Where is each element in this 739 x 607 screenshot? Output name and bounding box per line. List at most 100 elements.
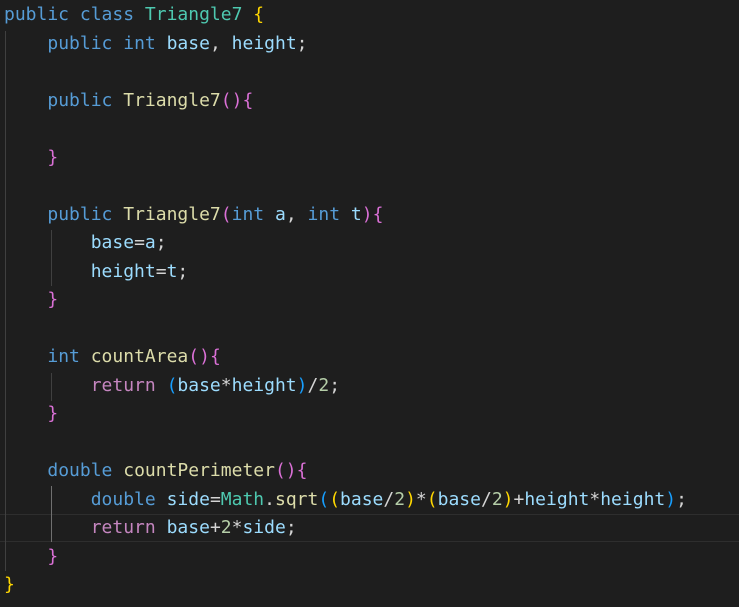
code-line[interactable]: public Triangle7(){: [4, 87, 253, 116]
code-token: return: [90, 517, 156, 538]
code-token: =: [134, 232, 145, 253]
code-token: base: [437, 488, 481, 510]
code-token: (: [166, 374, 178, 396]
code-token: ;: [177, 260, 189, 282]
code-line[interactable]: }: [4, 571, 15, 600]
code-token: Triangle7: [144, 4, 243, 25]
code-token: height: [231, 32, 297, 54]
code-token: (: [318, 488, 330, 510]
code-token: int: [307, 203, 341, 225]
code-token: }: [47, 146, 59, 168]
code-token: double: [90, 488, 156, 510]
code-token: base: [166, 32, 210, 54]
code-token: (: [426, 488, 438, 510]
code-token: side: [242, 517, 286, 538]
code-line[interactable]: }: [4, 286, 58, 315]
code-token: ,: [285, 203, 308, 225]
code-token: +: [209, 517, 221, 538]
code-token: ;: [676, 488, 687, 510]
code-token: }: [47, 289, 59, 310]
code-line[interactable]: double countPerimeter(){: [4, 457, 307, 486]
code-token: ): [199, 346, 210, 367]
code-token: ): [231, 89, 243, 111]
code-token: }: [4, 574, 15, 595]
code-token: ,: [209, 32, 232, 54]
code-token: ): [502, 488, 514, 510]
code-line[interactable]: public Triangle7(int a, int t){: [4, 201, 383, 230]
code-token: sqrt: [274, 488, 319, 510]
code-token: ): [296, 374, 308, 396]
code-token: =: [155, 260, 167, 282]
code-token: height: [231, 374, 297, 396]
code-token: +: [513, 488, 525, 510]
code-token: ;: [329, 374, 341, 396]
code-token: return: [90, 374, 156, 396]
code-token: Triangle7: [123, 89, 221, 111]
code-line[interactable]: }: [4, 543, 58, 572]
code-token: public: [47, 89, 113, 111]
code-line[interactable]: public int base, height;: [4, 30, 307, 59]
code-token: {: [296, 460, 308, 481]
code-token: public: [4, 4, 70, 25]
code-token: (: [220, 203, 232, 225]
code-token: public: [47, 203, 113, 225]
code-token: base: [177, 374, 221, 396]
code-token: {: [253, 4, 265, 25]
code-token: }: [47, 403, 59, 424]
code-token: height: [524, 488, 590, 510]
code-token: (: [220, 89, 232, 111]
code-token: Triangle7: [123, 203, 221, 225]
code-token: Math: [220, 488, 265, 510]
code-token: a: [144, 232, 156, 253]
code-token: /: [383, 488, 395, 510]
code-line[interactable]: height=t;: [4, 258, 189, 287]
code-token: *: [220, 374, 232, 396]
code-token: height: [600, 488, 666, 510]
code-line[interactable]: public class Triangle7 {: [4, 1, 264, 30]
code-line[interactable]: }: [4, 144, 58, 173]
code-token: /: [480, 488, 492, 510]
code-line[interactable]: int countArea(){: [4, 343, 221, 372]
code-editor[interactable]: public class Triangle7 { public int base…: [0, 0, 739, 607]
code-line[interactable]: return (base*height)/2;: [4, 372, 340, 401]
code-token: (: [274, 460, 286, 481]
code-token: countPerimeter: [123, 460, 275, 481]
code-token: {: [372, 203, 384, 225]
code-token: height: [90, 260, 156, 282]
code-token: {: [209, 346, 221, 367]
code-token: public: [47, 32, 113, 54]
code-token: ): [665, 488, 677, 510]
code-token: ): [405, 488, 416, 510]
code-token: base: [340, 488, 384, 510]
code-line[interactable]: base=a;: [4, 229, 167, 258]
code-line[interactable]: double side=Math.sqrt((base/2)*(base/2)+…: [4, 486, 687, 515]
code-token: (: [329, 488, 341, 510]
code-token: 2: [220, 517, 232, 538]
code-line[interactable]: return base+2*side;: [4, 514, 297, 543]
code-token: double: [47, 460, 113, 481]
code-token: 2: [394, 488, 406, 510]
code-line[interactable]: }: [4, 400, 58, 429]
code-token: }: [47, 545, 59, 567]
